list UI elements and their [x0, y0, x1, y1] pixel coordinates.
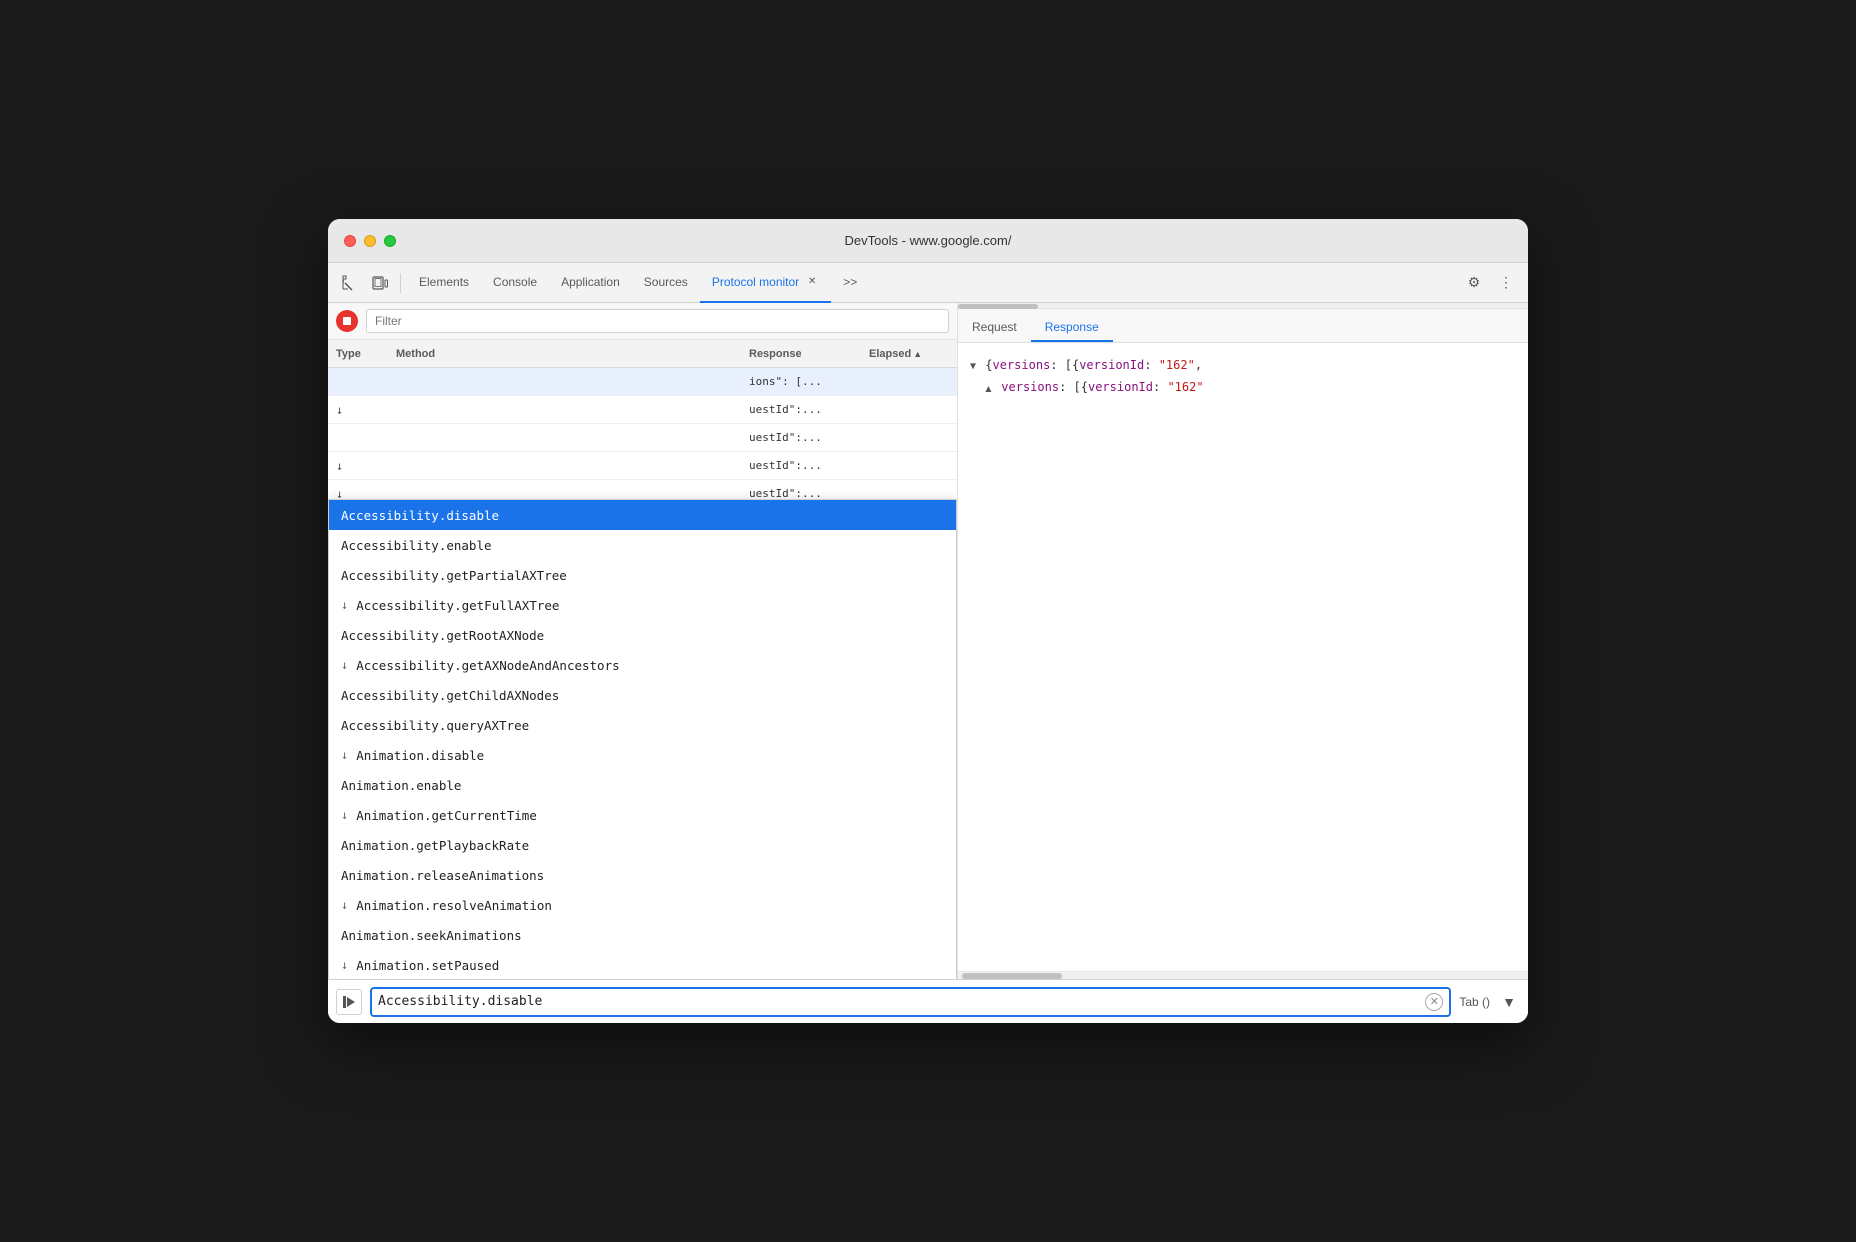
- item-12-label: Animation.releaseAnimations: [341, 868, 544, 883]
- arrow-icon-13: ↓: [341, 898, 348, 912]
- device-mode-icon[interactable]: [366, 269, 394, 297]
- protocol-toolbar: [328, 303, 957, 340]
- json-line-2: ▶ versions: [{versionId: "162": [970, 377, 1516, 399]
- maximize-button[interactable]: [384, 235, 396, 247]
- title-bar: DevTools - www.google.com/: [328, 219, 1528, 263]
- autocomplete-item-12[interactable]: Animation.releaseAnimations: [329, 860, 956, 890]
- tab-response[interactable]: Response: [1031, 314, 1113, 342]
- table-rows: ions": [... ↓ uestId":... uestId":...: [328, 368, 957, 979]
- autocomplete-list: Accessibility.disable Accessibility.enab…: [328, 499, 957, 979]
- devtools-window: DevTools - www.google.com/: [328, 219, 1528, 1023]
- autocomplete-item-0[interactable]: Accessibility.disable: [329, 500, 956, 530]
- devtools-toolbar: Elements Console Application Sources Pro…: [328, 263, 1528, 303]
- autocomplete-item-11[interactable]: Animation.getPlaybackRate: [329, 830, 956, 860]
- traffic-lights: [344, 235, 396, 247]
- item-1-label: Accessibility.enable: [341, 538, 492, 553]
- command-input[interactable]: [378, 994, 1425, 1009]
- tab-request[interactable]: Request: [958, 314, 1031, 342]
- table-row[interactable]: ions": [...: [328, 368, 957, 396]
- tab-hint: Tab (): [1459, 995, 1490, 1009]
- close-button[interactable]: [344, 235, 356, 247]
- autocomplete-item-2[interactable]: Accessibility.getPartialAXTree: [329, 560, 956, 590]
- left-panel: Type Method Response Elapsed ▲: [328, 303, 958, 979]
- item-9-label: Animation.enable: [341, 778, 461, 793]
- autocomplete-item-15[interactable]: ↓ Animation.setPaused: [329, 950, 956, 979]
- sort-arrow-icon: ▲: [913, 349, 922, 359]
- devtools-container: Elements Console Application Sources Pro…: [328, 263, 1528, 1023]
- item-6-label: Accessibility.getChildAXNodes: [341, 688, 559, 703]
- toolbar-divider: [400, 273, 401, 293]
- table-row[interactable]: ↓ uestId":...: [328, 452, 957, 480]
- tab-application[interactable]: Application: [549, 263, 632, 303]
- run-command-button[interactable]: [336, 989, 362, 1015]
- bottom-scrollbar[interactable]: [958, 971, 1528, 979]
- json-line-1: ▼ {versions: [{versionId: "162",: [970, 355, 1516, 377]
- minimize-button[interactable]: [364, 235, 376, 247]
- stop-recording-button[interactable]: [336, 310, 358, 332]
- autocomplete-item-5[interactable]: ↓ Accessibility.getAXNodeAndAncestors: [329, 650, 956, 680]
- autocomplete-overlay: Accessibility.disable Accessibility.enab…: [328, 499, 957, 979]
- item-8-label: Animation.disable: [356, 748, 484, 763]
- table-row[interactable]: uestId":...: [328, 424, 957, 452]
- collapse-triangle[interactable]: ▶: [979, 386, 999, 392]
- horizontal-scrollbar[interactable]: [958, 303, 1528, 309]
- item-0-label: Accessibility.disable: [341, 508, 499, 523]
- bottom-bar: ✕ Tab () ▼: [328, 979, 1528, 1023]
- settings-icon[interactable]: ⚙: [1460, 269, 1488, 297]
- item-11-label: Animation.getPlaybackRate: [341, 838, 529, 853]
- col-elapsed-header[interactable]: Elapsed ▲: [869, 348, 949, 360]
- item-10-label: Animation.getCurrentTime: [356, 808, 537, 823]
- table-row[interactable]: ↓ uestId":...: [328, 396, 957, 424]
- clear-input-button[interactable]: ✕: [1425, 993, 1443, 1011]
- tab-elements[interactable]: Elements: [407, 263, 481, 303]
- autocomplete-item-13[interactable]: ↓ Animation.resolveAnimation: [329, 890, 956, 920]
- col-response-header: Response: [749, 348, 869, 360]
- inspect-icon[interactable]: [336, 269, 364, 297]
- devtools-body: Type Method Response Elapsed ▲: [328, 303, 1528, 979]
- tab-close-icon[interactable]: ✕: [805, 275, 819, 289]
- autocomplete-item-8[interactable]: ↓ Animation.disable: [329, 740, 956, 770]
- tab-console[interactable]: Console: [481, 263, 549, 303]
- arrow-icon-15: ↓: [341, 958, 348, 972]
- window-title: DevTools - www.google.com/: [845, 233, 1012, 248]
- autocomplete-item-9[interactable]: Animation.enable: [329, 770, 956, 800]
- tabs-bar: Elements Console Application Sources Pro…: [407, 263, 1458, 303]
- right-content: ▼ {versions: [{versionId: "162", ▶ versi…: [958, 343, 1528, 971]
- item-5-label: Accessibility.getAXNodeAndAncestors: [356, 658, 619, 673]
- item-13-label: Animation.resolveAnimation: [356, 898, 552, 913]
- autocomplete-item-3[interactable]: ↓ Accessibility.getFullAXTree: [329, 590, 956, 620]
- arrow-icon-5: ↓: [341, 658, 348, 672]
- autocomplete-item-6[interactable]: Accessibility.getChildAXNodes: [329, 680, 956, 710]
- table-header: Type Method Response Elapsed ▲: [328, 340, 957, 368]
- dropdown-arrow-button[interactable]: ▼: [1498, 991, 1520, 1013]
- filter-input[interactable]: [366, 309, 949, 333]
- autocomplete-item-14[interactable]: Animation.seekAnimations: [329, 920, 956, 950]
- autocomplete-item-1[interactable]: Accessibility.enable: [329, 530, 956, 560]
- col-type-header: Type: [336, 348, 396, 360]
- arrow-icon-3: ↓: [341, 598, 348, 612]
- right-panel: Request Response ▼ {versions: [{versionI…: [958, 303, 1528, 979]
- item-3-label: Accessibility.getFullAXTree: [356, 598, 559, 613]
- more-options-icon[interactable]: ⋮: [1492, 269, 1520, 297]
- scrollbar-thumb: [958, 304, 1038, 309]
- item-7-label: Accessibility.queryAXTree: [341, 718, 529, 733]
- item-14-label: Animation.seekAnimations: [341, 928, 522, 943]
- right-tabs: Request Response: [958, 309, 1528, 343]
- item-2-label: Accessibility.getPartialAXTree: [341, 568, 567, 583]
- toolbar-right: ⚙ ⋮: [1460, 269, 1520, 297]
- arrow-icon-8: ↓: [341, 748, 348, 762]
- autocomplete-item-7[interactable]: Accessibility.queryAXTree: [329, 710, 956, 740]
- tab-protocol-monitor[interactable]: Protocol monitor ✕: [700, 263, 831, 303]
- autocomplete-item-4[interactable]: Accessibility.getRootAXNode: [329, 620, 956, 650]
- arrow-icon-10: ↓: [341, 808, 348, 822]
- expand-triangle[interactable]: ▼: [970, 357, 976, 377]
- scrollbar-thumb-horizontal: [962, 973, 1062, 979]
- tab-more[interactable]: >>: [831, 263, 869, 303]
- command-input-wrapper: ✕: [370, 987, 1451, 1017]
- tab-sources[interactable]: Sources: [632, 263, 700, 303]
- col-method-header[interactable]: Method: [396, 348, 749, 360]
- autocomplete-item-10[interactable]: ↓ Animation.getCurrentTime: [329, 800, 956, 830]
- item-4-label: Accessibility.getRootAXNode: [341, 628, 544, 643]
- item-15-label: Animation.setPaused: [356, 958, 499, 973]
